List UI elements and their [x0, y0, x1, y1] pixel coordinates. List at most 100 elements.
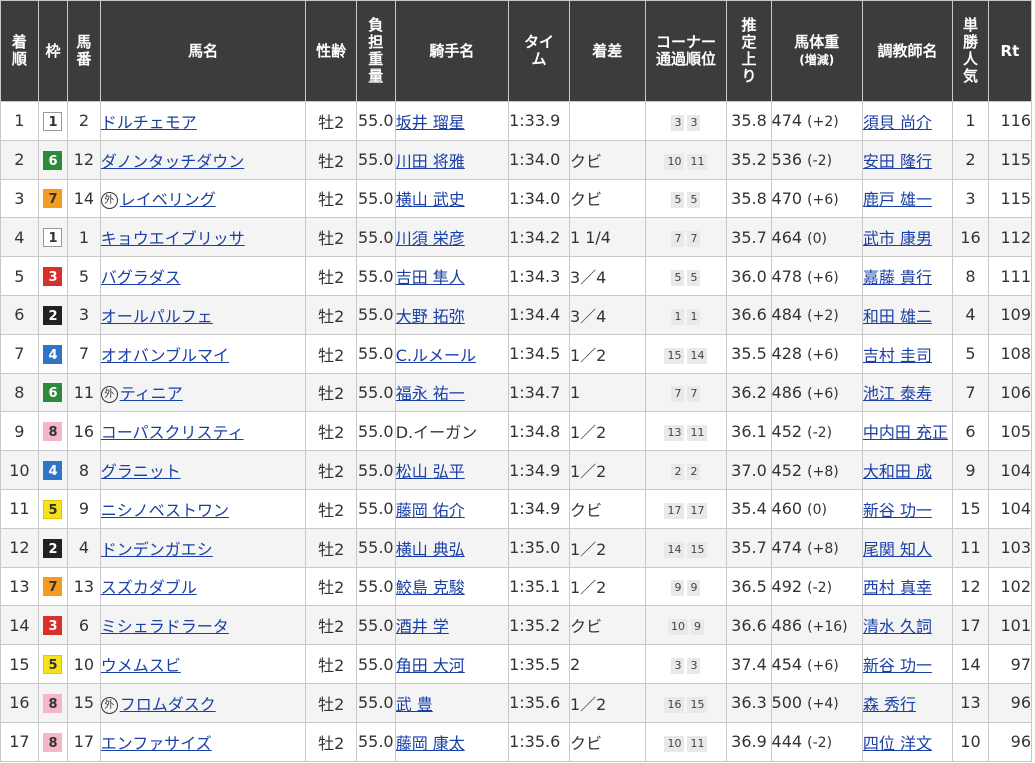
trainer-link[interactable]: 中内田 充正	[863, 423, 948, 442]
horse-name-link[interactable]: バグラダス	[101, 268, 181, 287]
horse-name-link[interactable]: コーパスクリスティ	[101, 423, 243, 442]
horse-name-link[interactable]: エンファサイズ	[101, 734, 212, 753]
time-cell: 1:34.8	[508, 411, 570, 452]
popularity-cell: 2	[952, 139, 989, 180]
corner-cell: 15 14	[644, 333, 728, 374]
jockey-link[interactable]: 川田 将雅	[396, 152, 465, 171]
trainer-link[interactable]: 新谷 功一	[863, 656, 932, 675]
rank-cell: 13	[0, 566, 39, 607]
trainer-link[interactable]: 安田 隆行	[863, 152, 932, 171]
last-3f-cell: 36.1	[726, 411, 772, 452]
jockey-cell: 川須 栄彦	[394, 217, 510, 258]
horse-name-link[interactable]: オオバンブルマイ	[101, 346, 229, 365]
trainer-link[interactable]: 四位 洋文	[863, 734, 932, 753]
body-weight-value: 452	[771, 421, 803, 441]
trainer-link[interactable]: 須貝 尚介	[863, 113, 932, 132]
horse-name-link[interactable]: ティニア	[120, 384, 183, 403]
jockey-link[interactable]: 大野 拓弥	[396, 307, 465, 326]
jockey-link[interactable]: 武 豊	[396, 695, 433, 714]
weight-carried-cell: 55.0	[355, 294, 396, 335]
trainer-cell: 鹿戸 雄一	[861, 178, 954, 219]
horse-name-link[interactable]: ウメムスビ	[101, 656, 181, 675]
margin-cell: クビ	[568, 721, 646, 762]
trainer-link[interactable]: 嘉藤 貴行	[863, 268, 932, 287]
body-weight-value: 474	[771, 111, 803, 131]
horse-name-link[interactable]: ミシェラドラータ	[101, 617, 229, 636]
last-3f-cell: 36.5	[726, 566, 772, 607]
last-3f-cell: 36.9	[726, 721, 772, 762]
horse-name-link[interactable]: キョウエイブリッサ	[101, 229, 245, 248]
corner-pos-3: 7	[671, 386, 685, 403]
header-weight-carried: 負担重量	[355, 0, 396, 102]
jockey-cell: 鮫島 克駿	[394, 566, 510, 607]
body-weight-diff: (+2)	[807, 114, 839, 131]
jockey-cell: 角田 大河	[394, 644, 510, 684]
horse-name-link[interactable]: スズカダブル	[101, 578, 197, 597]
table-row: 10 4 8 グラニット 牡2 55.0 松山 弘平 1:34.9 1／2 22…	[0, 450, 1033, 490]
header-horse-name: 馬名	[99, 0, 307, 102]
horse-name-link[interactable]: ドルチェモア	[101, 113, 197, 132]
jockey-link[interactable]: C.ルメール	[396, 346, 476, 365]
popularity-cell: 11	[952, 527, 989, 568]
jockey-link[interactable]: 横山 典弘	[396, 540, 465, 559]
rank-cell: 5	[0, 256, 39, 296]
trainer-link[interactable]: 武市 康男	[863, 229, 932, 248]
jockey-link[interactable]: 坂井 瑠星	[396, 113, 465, 132]
trainer-link[interactable]: 大和田 成	[863, 462, 932, 481]
jockey-link[interactable]: 角田 大河	[396, 656, 465, 675]
trainer-link[interactable]: 西村 真幸	[863, 578, 932, 597]
trainer-link[interactable]: 和田 雄二	[863, 307, 932, 326]
horse-name-link[interactable]: オールパルフェ	[101, 307, 213, 326]
trainer-cell: 大和田 成	[861, 450, 954, 490]
last-3f-cell: 35.7	[726, 217, 772, 258]
body-weight-cell: 460 (0)	[770, 488, 863, 529]
horse-number-cell: 13	[67, 566, 101, 607]
corner-pos-4: 11	[687, 735, 708, 752]
trainer-link[interactable]: 森 秀行	[863, 695, 916, 714]
weight-carried-cell: 55.0	[355, 527, 396, 568]
frame-badge: 1	[43, 111, 63, 131]
trainer-link[interactable]: 尾関 知人	[863, 540, 932, 559]
jockey-link[interactable]: 藤岡 佑介	[396, 501, 465, 520]
jockey-link[interactable]: 横山 武史	[396, 190, 465, 209]
jockey-link[interactable]: 藤岡 康太	[396, 734, 465, 753]
frame-badge: 5	[43, 499, 63, 519]
jockey-link[interactable]: 吉田 隼人	[396, 268, 465, 287]
trainer-link[interactable]: 鹿戸 雄一	[863, 190, 932, 209]
corner-pos-4: 5	[687, 270, 701, 287]
frame-badge: 2	[43, 305, 63, 325]
frame-cell: 4	[37, 333, 69, 374]
weight-carried-cell: 55.0	[355, 721, 396, 762]
jockey-cell: D.イーガン	[394, 411, 510, 452]
time-cell: 1:34.5	[508, 333, 570, 374]
horse-name-link[interactable]: ニシノベストワン	[101, 501, 229, 520]
horse-name-link[interactable]: グラニット	[101, 462, 181, 481]
jockey-link[interactable]: 鮫島 克駿	[396, 578, 465, 597]
jockey-link[interactable]: 福永 祐一	[396, 384, 465, 403]
jockey-link[interactable]: 松山 弘平	[396, 462, 465, 481]
sex-age-cell: 牡2	[305, 566, 357, 607]
horse-name-link[interactable]: ドンデンガエシ	[101, 540, 213, 559]
jockey-link[interactable]: 川須 栄彦	[396, 229, 465, 248]
corner-cell: 22	[644, 450, 728, 490]
trainer-link[interactable]: 新谷 功一	[863, 501, 932, 520]
horse-name-link[interactable]: レイベリング	[120, 190, 216, 209]
horse-name-link[interactable]: フロムダスク	[120, 695, 216, 714]
frame-badge: 3	[43, 616, 63, 636]
frame-badge: 6	[43, 150, 63, 170]
sex-age-cell: 牡2	[305, 256, 357, 296]
horse-name-link[interactable]: ダノンタッチダウン	[101, 152, 244, 171]
frame-cell: 6	[37, 139, 69, 180]
corner-pos-3: 16	[664, 696, 685, 713]
horse-name-cell: バグラダス	[99, 256, 307, 296]
trainer-link[interactable]: 清水 久詞	[863, 617, 932, 636]
jockey-cell: 藤岡 康太	[394, 721, 510, 762]
horse-number-cell: 5	[67, 256, 101, 296]
popularity-cell: 7	[952, 372, 989, 413]
horse-name-cell: エンファサイズ	[99, 721, 307, 762]
table-row: 15 5 10 ウメムスビ 牡2 55.0 角田 大河 1:35.5 2 33 …	[0, 644, 1033, 684]
trainer-link[interactable]: 池江 泰寿	[863, 384, 932, 403]
body-weight-diff: (-2)	[807, 579, 833, 596]
trainer-link[interactable]: 吉村 圭司	[863, 346, 932, 365]
jockey-link[interactable]: 酒井 学	[396, 617, 449, 636]
